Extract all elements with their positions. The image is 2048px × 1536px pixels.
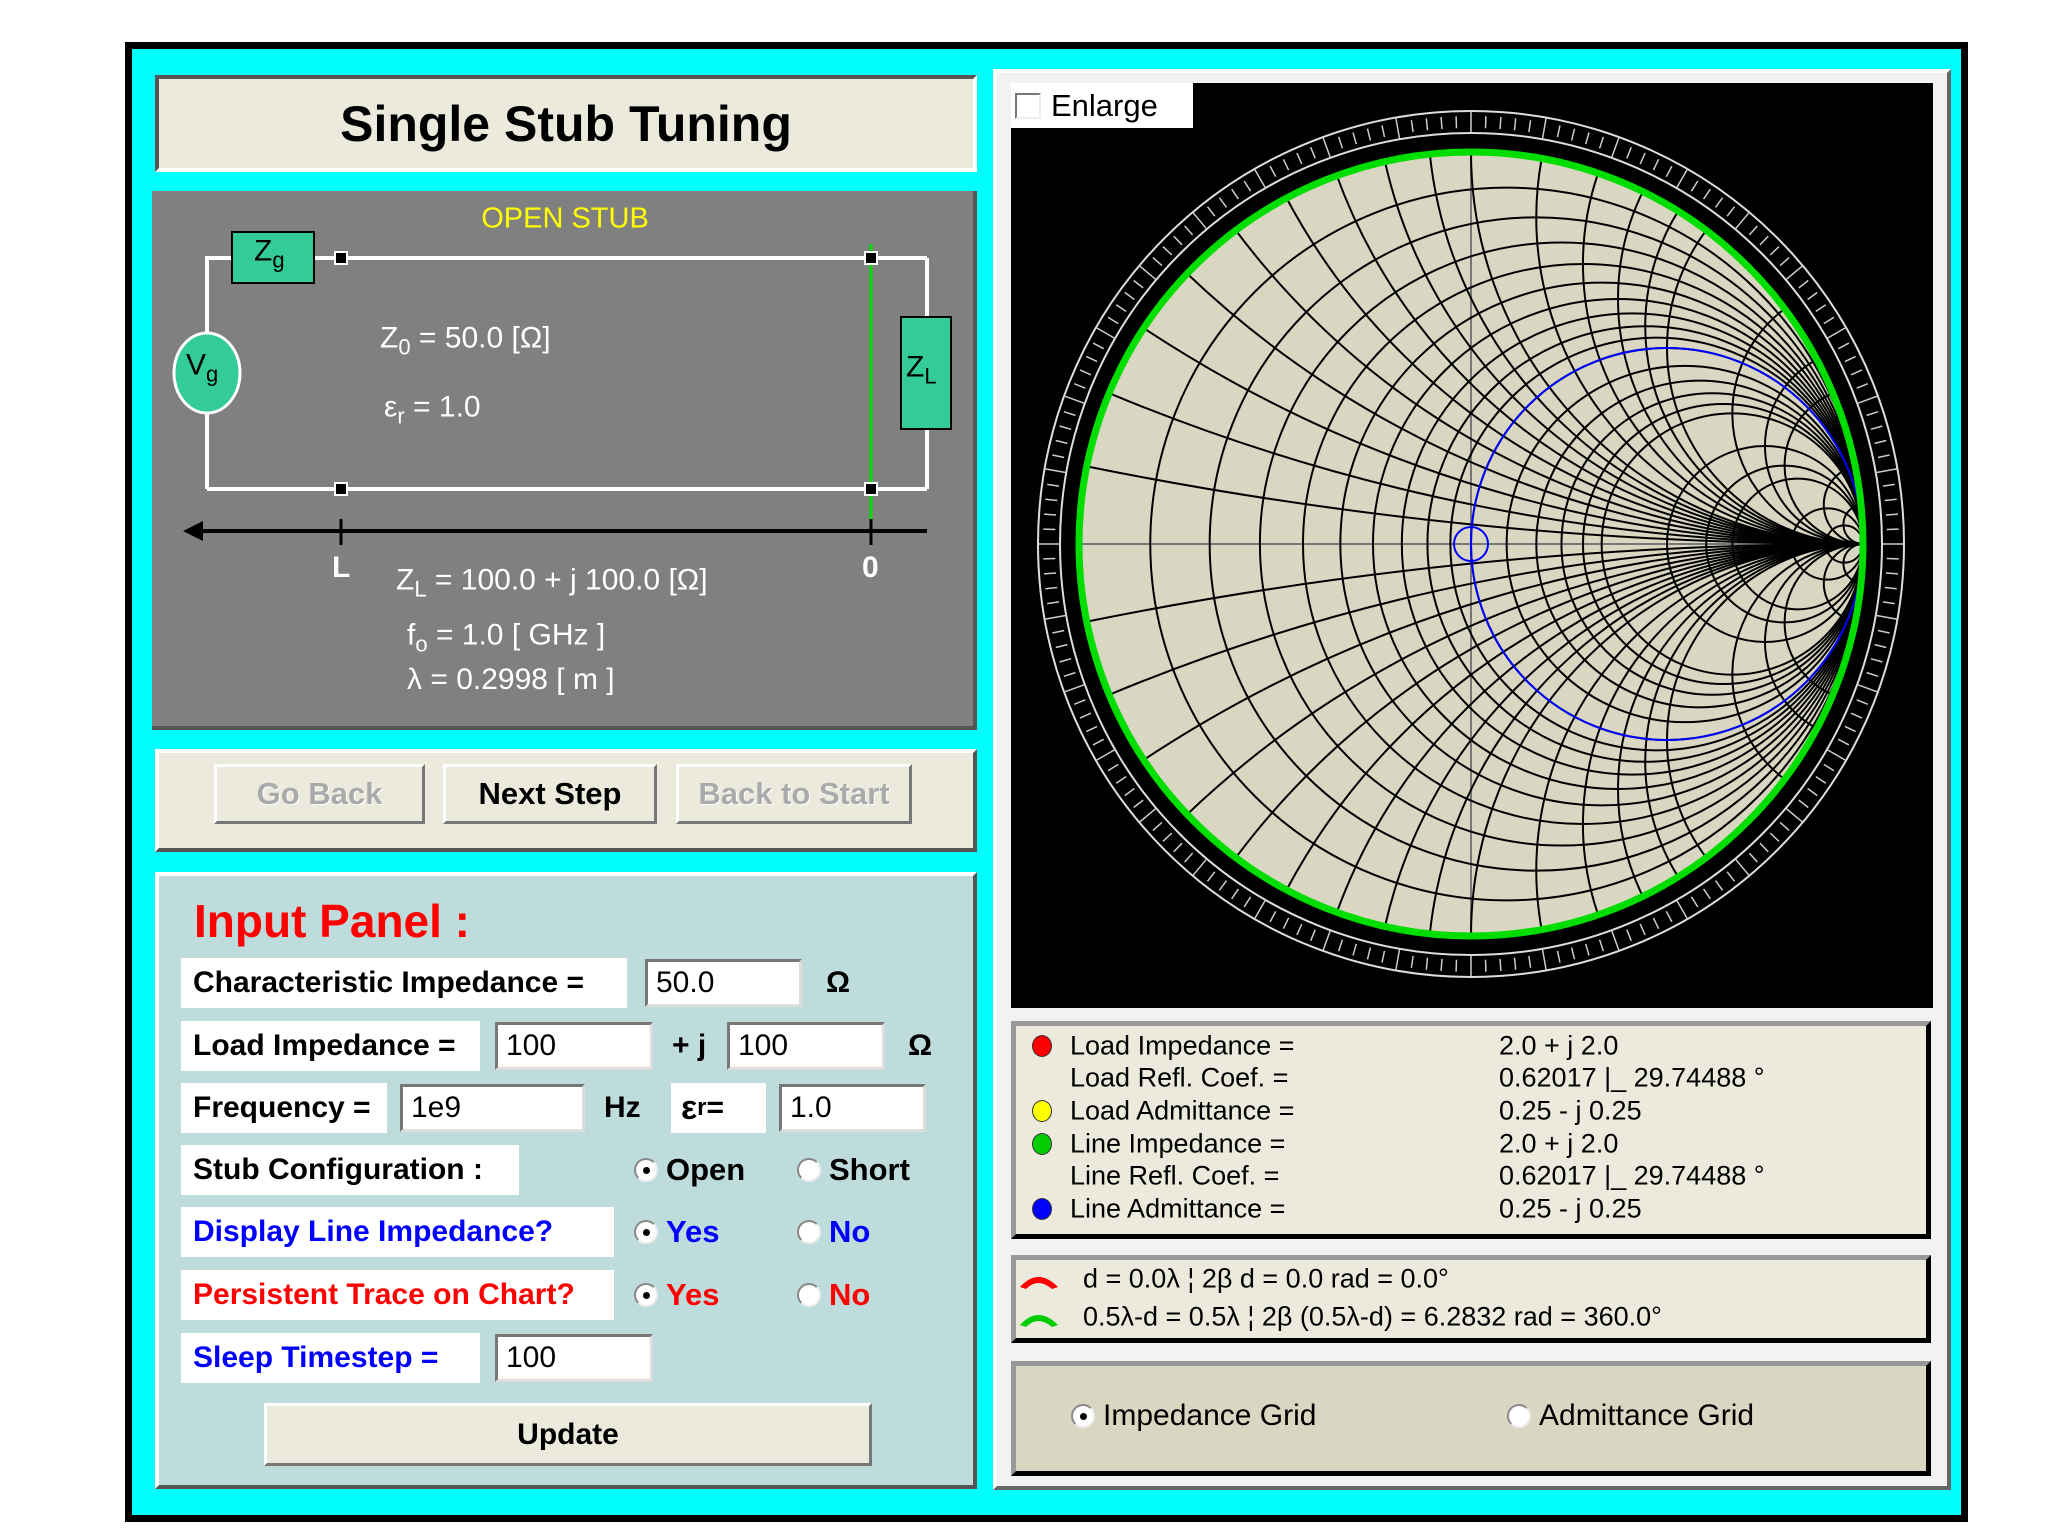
smith-chart-svg bbox=[1037, 110, 1905, 978]
er-label: εr = bbox=[671, 1083, 766, 1133]
zl-readout: ZL = 100.0 + j 100.0 [Ω] bbox=[396, 563, 708, 602]
frequency-label: Frequency = bbox=[181, 1083, 387, 1133]
legend-dot-icon bbox=[1032, 1133, 1052, 1155]
display-line-no-radio[interactable]: No bbox=[797, 1214, 870, 1250]
char-impedance-label: Characteristic Impedance = bbox=[181, 958, 627, 1008]
update-button[interactable]: Update bbox=[264, 1403, 872, 1466]
stub-type-label: OPEN STUB bbox=[481, 202, 649, 235]
next-step-button[interactable]: Next Step bbox=[443, 764, 657, 824]
result-value: 0.25 - j 0.25 bbox=[1499, 1193, 1642, 1224]
zl-label: ZL bbox=[906, 350, 937, 389]
load-imag-input[interactable] bbox=[727, 1022, 885, 1070]
node-marker bbox=[334, 251, 348, 265]
go-back-button[interactable]: Go Back bbox=[214, 764, 425, 824]
er-readout: εr = 1.0 bbox=[384, 390, 481, 429]
result-value: 2.0 + j 2.0 bbox=[1499, 1128, 1619, 1159]
vg-label: Vg bbox=[186, 348, 219, 387]
result-value: 0.25 - j 0.25 bbox=[1499, 1095, 1642, 1126]
green-arc-icon bbox=[1020, 1315, 1058, 1327]
z0-readout: Z0 = 50.0 [Ω] bbox=[380, 321, 551, 360]
plus-j-label: + j bbox=[672, 1029, 707, 1062]
checkbox-icon bbox=[1015, 92, 1041, 119]
node-marker bbox=[864, 482, 878, 496]
axis-arrow-icon bbox=[183, 521, 203, 541]
radio-selected-icon bbox=[634, 1158, 658, 1182]
char-impedance-input[interactable] bbox=[645, 959, 802, 1007]
admittance-grid-radio[interactable]: Admittance Grid bbox=[1507, 1399, 1754, 1433]
sleep-timestep-label: Sleep Timestep = bbox=[181, 1333, 480, 1383]
distance-readout: d = 0.0λ ¦ 2β d = 0.0 rad = 0.0° bbox=[1083, 1263, 1449, 1294]
smith-chart bbox=[1011, 83, 1933, 1008]
display-line-label: Display Line Impedance? bbox=[181, 1207, 614, 1257]
back-to-start-button[interactable]: Back to Start bbox=[676, 764, 912, 824]
red-arc-icon bbox=[1020, 1277, 1058, 1289]
persistent-no-radio[interactable]: No bbox=[797, 1277, 870, 1313]
result-label: Line Refl. Coef. = bbox=[1070, 1160, 1280, 1191]
er-input[interactable] bbox=[779, 1084, 926, 1132]
wire-left-top bbox=[205, 256, 232, 333]
axis-label-0: 0 bbox=[862, 551, 879, 584]
radio-selected-icon bbox=[634, 1283, 658, 1307]
axis-label-L: L bbox=[332, 551, 351, 584]
legend-dot-icon bbox=[1032, 1035, 1052, 1057]
sleep-timestep-input[interactable] bbox=[495, 1334, 653, 1382]
stub-config-label: Stub Configuration : bbox=[181, 1145, 519, 1195]
wavelength-readout: λ = 0.2998 [ m ] bbox=[407, 663, 615, 696]
radio-unselected-icon bbox=[1507, 1404, 1531, 1428]
legend-dot-icon bbox=[1032, 1100, 1052, 1122]
result-label: Load Refl. Coef. = bbox=[1070, 1062, 1289, 1093]
zg-label: Zg bbox=[254, 234, 285, 273]
result-label: Line Impedance = bbox=[1070, 1128, 1286, 1159]
radio-unselected-icon bbox=[797, 1158, 821, 1182]
display-line-yes-radio[interactable]: Yes bbox=[634, 1214, 719, 1250]
stub-open-radio[interactable]: Open bbox=[634, 1152, 745, 1188]
result-label: Line Admittance = bbox=[1070, 1193, 1286, 1224]
frequency-readout: fo = 1.0 [ GHz ] bbox=[407, 618, 606, 657]
load-impedance-label: Load Impedance = bbox=[181, 1021, 480, 1071]
result-value: 2.0 + j 2.0 bbox=[1499, 1030, 1619, 1061]
stub-short-radio[interactable]: Short bbox=[797, 1152, 910, 1188]
input-panel-title: Input Panel : bbox=[194, 895, 470, 947]
node-marker bbox=[864, 251, 878, 265]
result-label: Load Impedance = bbox=[1070, 1030, 1295, 1061]
ohm-unit: Ω bbox=[826, 966, 851, 999]
radio-unselected-icon bbox=[797, 1220, 821, 1244]
hz-unit: Hz bbox=[604, 1091, 641, 1124]
radio-unselected-icon bbox=[797, 1283, 821, 1307]
result-value: 0.62017 |_ 29.74488 ° bbox=[1499, 1160, 1765, 1191]
frequency-input[interactable] bbox=[400, 1084, 585, 1132]
distance-arc-icons bbox=[1020, 1277, 1058, 1327]
radio-selected-icon bbox=[634, 1220, 658, 1244]
persistent-yes-radio[interactable]: Yes bbox=[634, 1277, 719, 1313]
result-value: 0.62017 |_ 29.74488 ° bbox=[1499, 1062, 1765, 1093]
remaining-distance-readout: 0.5λ-d = 0.5λ ¦ 2β (0.5λ-d) = 6.2832 rad… bbox=[1083, 1301, 1662, 1332]
legend-dot-icon bbox=[1032, 1198, 1052, 1220]
node-marker bbox=[334, 482, 348, 496]
persistent-trace-label: Persistent Trace on Chart? bbox=[181, 1270, 614, 1320]
load-real-input[interactable] bbox=[495, 1022, 653, 1070]
radio-selected-icon bbox=[1071, 1404, 1095, 1428]
ohm-unit: Ω bbox=[908, 1029, 933, 1062]
impedance-grid-radio[interactable]: Impedance Grid bbox=[1071, 1399, 1316, 1433]
enlarge-checkbox[interactable]: Enlarge bbox=[1011, 83, 1193, 128]
result-label: Load Admittance = bbox=[1070, 1095, 1295, 1126]
